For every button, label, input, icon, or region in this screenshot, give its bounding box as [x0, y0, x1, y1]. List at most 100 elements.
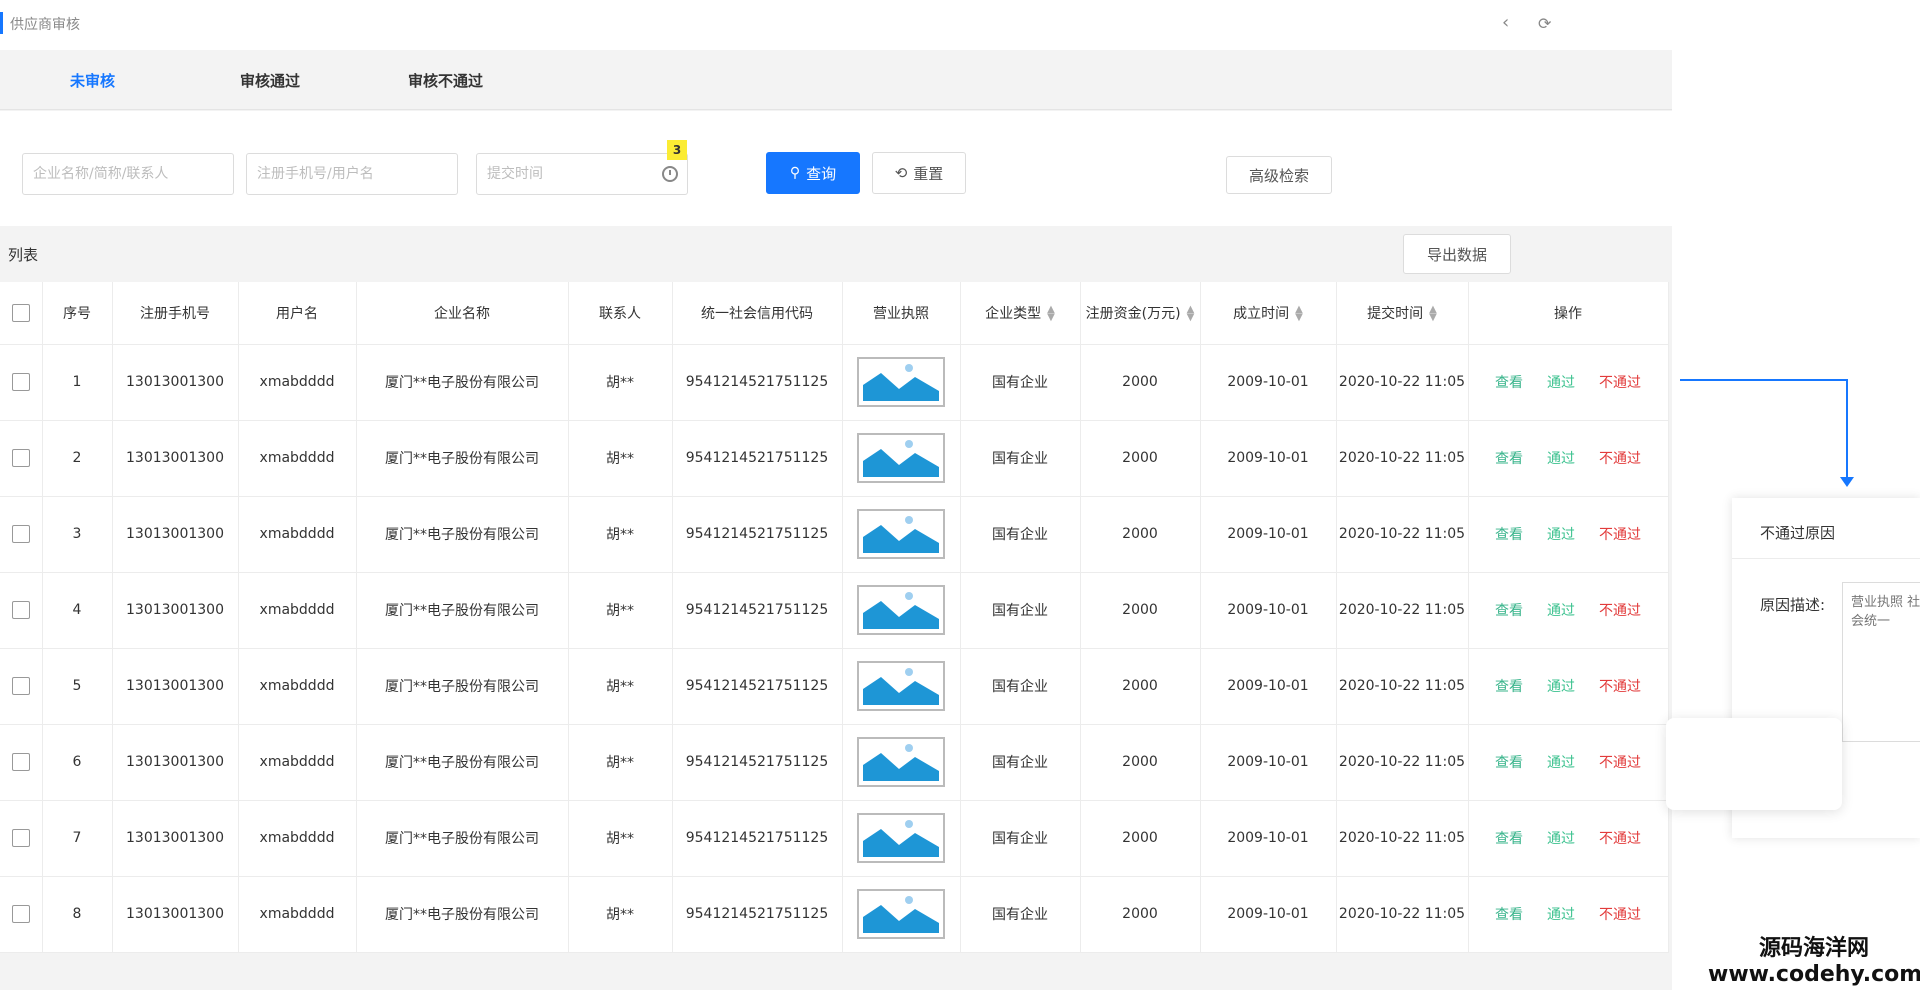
cell-contact: 胡** — [568, 648, 673, 725]
reason-textarea[interactable] — [1842, 582, 1920, 742]
row-select-cell[interactable] — [0, 876, 43, 953]
row-checkbox[interactable] — [11, 753, 30, 771]
cell-contact: 胡** — [568, 876, 673, 953]
cell-company: 厦门**电子股份有限公司 — [356, 420, 569, 497]
cell-license[interactable] — [842, 496, 961, 573]
top-bar: 供应商审核 ‹ ⟳ — [0, 0, 1920, 50]
license-image-icon[interactable] — [857, 737, 945, 787]
reset-button[interactable]: ⟲ 重置 — [872, 152, 966, 194]
sort-icon[interactable]: ▲ ▼ — [1295, 304, 1303, 322]
reject-button[interactable]: 不通过 — [1599, 828, 1641, 848]
refresh-icon[interactable]: ⟳ — [1538, 14, 1551, 33]
reject-button[interactable]: 不通过 — [1599, 676, 1641, 696]
query-button[interactable]: ⚲ 查询 — [766, 152, 860, 194]
cell-index: 5 — [42, 648, 113, 725]
row-checkbox[interactable] — [11, 677, 30, 695]
phone-search-input[interactable] — [246, 153, 458, 195]
sort-icon[interactable]: ▲ ▼ — [1047, 304, 1055, 322]
tab-pending[interactable]: 未审核 — [70, 70, 115, 91]
cell-contact: 胡** — [568, 572, 673, 649]
view-button[interactable]: 查看 — [1495, 828, 1523, 848]
license-image-icon[interactable] — [857, 585, 945, 635]
cell-license[interactable] — [842, 572, 961, 649]
approve-button[interactable]: 通过 — [1547, 448, 1575, 468]
cell-actions: 查看 通过 不通过 — [1468, 496, 1669, 573]
reject-button[interactable]: 不通过 — [1599, 600, 1641, 620]
view-button[interactable]: 查看 — [1495, 524, 1523, 544]
cell-phone: 13013001300 — [112, 800, 239, 877]
company-search-input[interactable] — [22, 153, 234, 195]
col-founded[interactable]: 成立时间 ▲ ▼ — [1200, 282, 1337, 345]
row-checkbox[interactable] — [11, 449, 30, 467]
submit-time-input[interactable] — [476, 153, 688, 195]
row-checkbox[interactable] — [11, 373, 30, 391]
image-placeholder-icon — [863, 820, 939, 857]
chevron-left-icon[interactable]: ‹ — [1502, 12, 1509, 33]
approve-button[interactable]: 通过 — [1547, 828, 1575, 848]
row-select-cell[interactable] — [0, 496, 43, 573]
approve-button[interactable]: 通过 — [1547, 752, 1575, 772]
license-image-icon[interactable] — [857, 509, 945, 559]
license-image-icon[interactable] — [857, 889, 945, 939]
cell-license[interactable] — [842, 648, 961, 725]
reject-button[interactable]: 不通过 — [1599, 904, 1641, 924]
tab-approved[interactable]: 审核通过 — [240, 70, 300, 91]
row-checkbox[interactable] — [11, 905, 30, 923]
select-all-cell[interactable] — [0, 282, 43, 345]
reject-button[interactable]: 不通过 — [1599, 752, 1641, 772]
export-button[interactable]: 导出数据 — [1403, 234, 1511, 274]
advanced-search-button[interactable]: 高级检索 — [1226, 156, 1332, 194]
reject-button[interactable]: 不通过 — [1599, 524, 1641, 544]
row-select-cell[interactable] — [0, 800, 43, 877]
approve-button[interactable]: 通过 — [1547, 904, 1575, 924]
license-image-icon[interactable] — [857, 661, 945, 711]
cell-company: 厦门**电子股份有限公司 — [356, 344, 569, 421]
row-checkbox[interactable] — [11, 525, 30, 543]
approve-button[interactable]: 通过 — [1547, 676, 1575, 696]
cell-license[interactable] — [842, 724, 961, 801]
view-button[interactable]: 查看 — [1495, 372, 1523, 392]
sort-icon[interactable]: ▲ ▼ — [1187, 304, 1195, 322]
cell-credit-code: 9541214521751125 — [672, 420, 843, 497]
reset-icon: ⟲ — [894, 164, 908, 182]
license-image-icon[interactable] — [857, 357, 945, 407]
view-button[interactable]: 查看 — [1495, 600, 1523, 620]
approve-button[interactable]: 通过 — [1547, 372, 1575, 392]
row-select-cell[interactable] — [0, 344, 43, 421]
reject-button[interactable]: 不通过 — [1599, 372, 1641, 392]
license-image-icon[interactable] — [857, 813, 945, 863]
col-capital[interactable]: 注册资金(万元) ▲ ▼ — [1080, 282, 1201, 345]
row-select-cell[interactable] — [0, 648, 43, 725]
cell-username: xmabdddd — [238, 800, 357, 877]
row-select-cell[interactable] — [0, 724, 43, 801]
cell-license[interactable] — [842, 344, 961, 421]
image-placeholder-icon — [863, 668, 939, 705]
cell-type: 国有企业 — [960, 344, 1081, 421]
cell-credit-code: 9541214521751125 — [672, 876, 843, 953]
sort-icon[interactable]: ▲ ▼ — [1429, 304, 1437, 322]
tab-rejected[interactable]: 审核不通过 — [408, 70, 483, 91]
cell-license[interactable] — [842, 420, 961, 497]
cell-submitted: 2020-10-22 11:05 — [1336, 876, 1469, 953]
cell-license[interactable] — [842, 800, 961, 877]
view-button[interactable]: 查看 — [1495, 448, 1523, 468]
cell-type: 国有企业 — [960, 572, 1081, 649]
cell-type: 国有企业 — [960, 876, 1081, 953]
cell-phone: 13013001300 — [112, 572, 239, 649]
license-image-icon[interactable] — [857, 433, 945, 483]
col-type[interactable]: 企业类型 ▲ ▼ — [960, 282, 1081, 345]
col-submitted[interactable]: 提交时间 ▲ ▼ — [1336, 282, 1469, 345]
cell-license[interactable] — [842, 876, 961, 953]
reject-button[interactable]: 不通过 — [1599, 448, 1641, 468]
approve-button[interactable]: 通过 — [1547, 600, 1575, 620]
row-checkbox[interactable] — [11, 829, 30, 847]
view-button[interactable]: 查看 — [1495, 904, 1523, 924]
cell-username: xmabdddd — [238, 420, 357, 497]
row-checkbox[interactable] — [11, 601, 30, 619]
row-select-cell[interactable] — [0, 572, 43, 649]
select-all-checkbox[interactable] — [11, 303, 30, 322]
approve-button[interactable]: 通过 — [1547, 524, 1575, 544]
view-button[interactable]: 查看 — [1495, 676, 1523, 696]
row-select-cell[interactable] — [0, 420, 43, 497]
view-button[interactable]: 查看 — [1495, 752, 1523, 772]
